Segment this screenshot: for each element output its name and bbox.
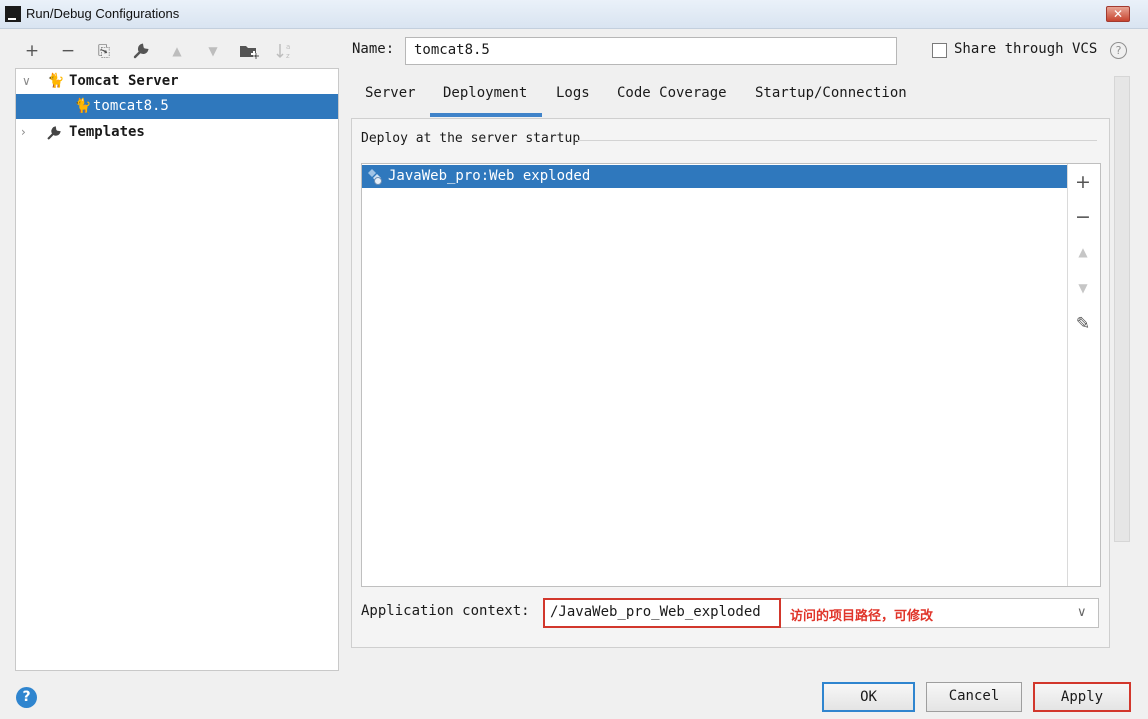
list-toolbar-divider [1067,164,1068,586]
active-tab-indicator [430,113,542,117]
apply-button[interactable]: Apply [1033,682,1131,712]
chevron-down-icon[interactable]: ∨ [22,69,31,94]
ok-button[interactable]: OK [822,682,915,712]
tab-server[interactable]: Server [365,84,416,117]
section-title: Deploy at the server startup [361,131,581,146]
tomcat-icon: 🐈 [47,73,65,89]
help-button[interactable]: ? [16,687,37,708]
tree-item-label: tomcat8.5 [93,98,169,114]
section-divider [575,140,1097,141]
tab-startup-connection[interactable]: Startup/Connection [755,84,907,117]
name-input[interactable]: tomcat8.5 [405,37,897,65]
artifact-icon [366,168,384,193]
tomcat-icon: 🐈 [74,98,92,114]
configuration-tree[interactable]: ∨ 🐈 Tomcat Server 🐈 tomcat8.5 › Template… [15,68,339,671]
move-down-icon[interactable]: ▼ [1071,281,1095,305]
window-title: Run/Debug Configurations [26,6,180,21]
share-vcs-label: Share through VCS [954,41,1098,57]
name-label: Name: [352,41,395,57]
chevron-right-icon[interactable]: › [21,120,26,145]
vertical-scrollbar[interactable] [1114,76,1130,542]
sort-icon[interactable]: az [274,40,296,62]
tab-code-coverage[interactable]: Code Coverage [617,84,727,117]
edit-pencil-icon[interactable]: ✎ [1071,314,1095,338]
add-icon[interactable]: + [21,40,43,62]
move-down-icon[interactable]: ▼ [202,40,224,62]
move-up-icon[interactable]: ▲ [1071,245,1095,269]
remove-icon[interactable]: − [57,40,79,62]
remove-artifact-icon[interactable]: − [1071,206,1095,230]
svg-text:z: z [286,52,290,60]
application-context-label: Application context: [361,603,530,619]
svg-text:a: a [286,43,290,51]
artifact-label: JavaWeb_pro:Web exploded [388,168,591,184]
cancel-button[interactable]: Cancel [926,682,1022,712]
intellij-app-icon [5,6,21,22]
list-item[interactable]: JavaWeb_pro:Web exploded [362,165,1067,188]
wrench-icon [46,125,62,150]
tree-item-templates[interactable]: › Templates [16,120,338,145]
artifact-list[interactable] [361,163,1101,587]
chevron-down-icon[interactable]: ∨ [1077,605,1087,620]
tree-item-tomcat-server[interactable]: ∨ 🐈 Tomcat Server [16,69,338,94]
application-context-input[interactable]: /JavaWeb_pro_Web_exploded [543,598,781,628]
tab-logs[interactable]: Logs [556,84,590,117]
annotation-note: 访问的项目路径，可修改 [790,609,934,624]
tree-item-tomcat85[interactable]: 🐈 tomcat8.5 [16,94,338,119]
move-up-icon[interactable]: ▲ [166,40,188,62]
wrench-icon[interactable] [130,40,152,62]
tree-item-label: Templates [69,124,145,140]
copy-icon[interactable]: ⎘ [93,40,115,62]
add-artifact-icon[interactable]: + [1071,171,1095,195]
new-folder-icon[interactable] [238,40,260,62]
tree-item-label: Tomcat Server [69,73,179,89]
help-icon[interactable]: ? [1110,42,1127,59]
share-vcs-checkbox[interactable] [932,43,947,58]
close-window-button[interactable]: ✕ [1106,6,1130,22]
